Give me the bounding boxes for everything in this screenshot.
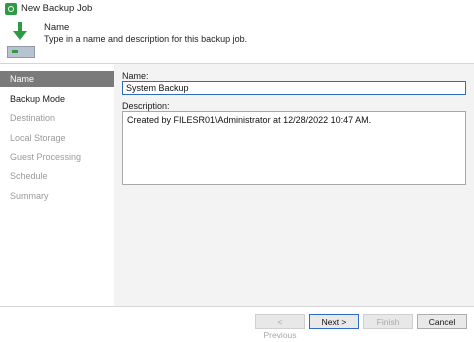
step-guest-processing: Guest Processing	[10, 152, 82, 162]
wizard-steps-sidebar: Name Backup Mode Destination Local Stora…	[0, 64, 114, 306]
wizard-content-panel: Name: Description: Created by FILESR01\A…	[114, 64, 474, 306]
step-name[interactable]: Name	[0, 71, 114, 87]
description-label: Description:	[122, 101, 170, 111]
description-textarea[interactable]: Created by FILESR01\Administrator at 12/…	[122, 111, 466, 185]
name-label: Name:	[122, 71, 149, 81]
cancel-button[interactable]: Cancel	[417, 314, 467, 329]
name-input[interactable]	[122, 81, 466, 95]
step-schedule: Schedule	[10, 171, 48, 181]
step-local-storage: Local Storage	[10, 133, 66, 143]
wizard-header: Name Type in a name and description for …	[0, 18, 474, 62]
step-summary: Summary	[10, 191, 49, 201]
step-title: Name	[44, 22, 70, 33]
drive-icon	[7, 46, 35, 58]
wizard-footer: < Previous Next > Finish Cancel	[0, 306, 474, 340]
step-description: Type in a name and description for this …	[44, 34, 248, 44]
title-bar: New Backup Job	[0, 0, 474, 18]
step-backup-mode[interactable]: Backup Mode	[0, 91, 114, 107]
step-destination: Destination	[10, 113, 56, 123]
next-button[interactable]: Next >	[309, 314, 359, 329]
previous-button[interactable]: < Previous	[255, 314, 305, 340]
finish-button[interactable]: Finish	[363, 314, 413, 329]
window-title: New Backup Job	[21, 3, 93, 14]
veeam-app-icon	[5, 3, 17, 15]
backup-wizard-graphic	[4, 22, 40, 60]
down-arrow-icon	[13, 22, 27, 40]
